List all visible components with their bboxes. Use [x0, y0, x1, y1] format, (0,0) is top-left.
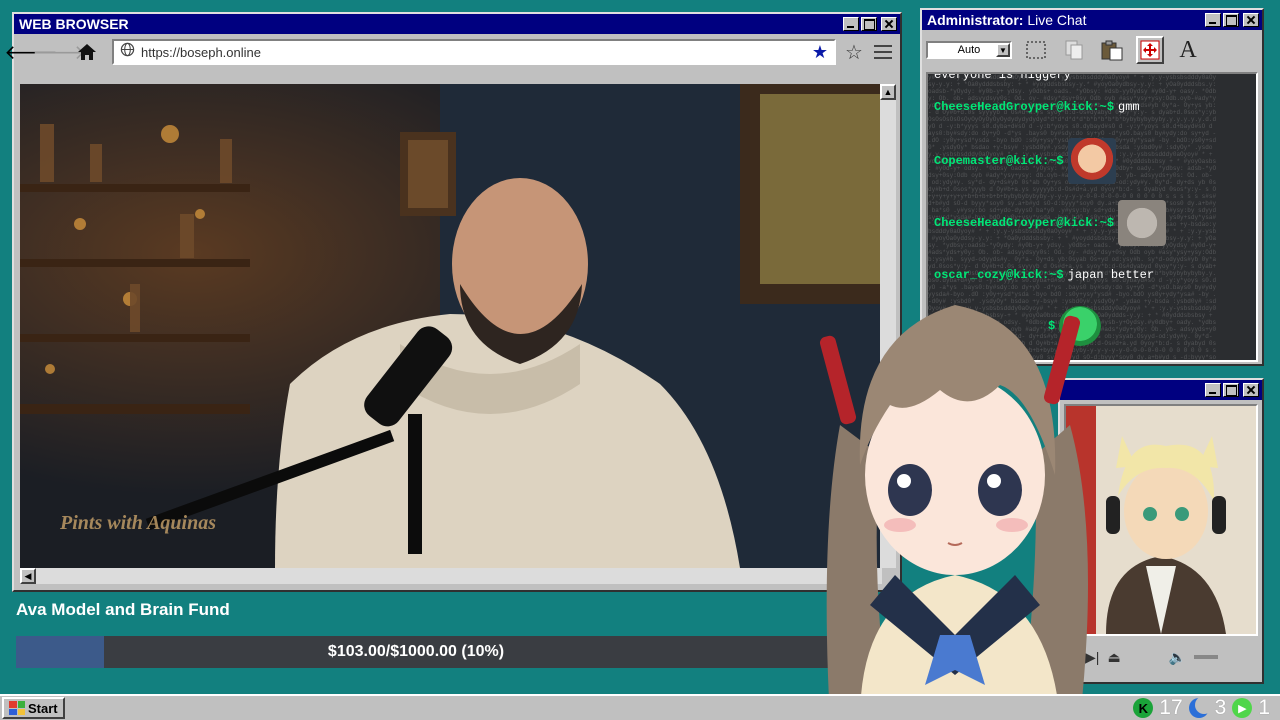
chat-username[interactable]: CheeseHeadGroyper@kick:~$: [934, 216, 1114, 230]
start-label: Start: [28, 700, 58, 716]
chat-username[interactable]: CheeseHeadGroyper@kick:~$: [934, 100, 1114, 114]
horizontal-scrollbar[interactable]: ◀: [20, 568, 882, 584]
chat-mode-select[interactable]: Auto ▼: [926, 41, 1012, 59]
fund-progress-text: $103.00/$1000.00 (10%): [327, 643, 505, 660]
play-icon[interactable]: ▸: [1070, 649, 1077, 666]
cam-view: [1064, 404, 1258, 636]
chat-window: Administrator: Live Chat Auto ▼ A y# * +…: [920, 8, 1264, 366]
close-button[interactable]: [1243, 13, 1259, 27]
chat-message: $: [1048, 306, 1102, 346]
chat-message: Copemaster@kick:~$: [934, 138, 1116, 184]
url-bar[interactable]: https://boseph.online ★: [112, 39, 836, 65]
chat-message: oscar_cozy@kick:~$ japan better: [934, 268, 1154, 282]
system-tray: K 17 3 ▶ 1: [1133, 696, 1270, 720]
chat-log[interactable]: y# * + :y.y-ysbsbsdddy0aOyoy# * + :y.y-y…: [926, 72, 1258, 362]
cam-titlebar[interactable]: [1060, 380, 1262, 400]
browser-titlebar[interactable]: WEB BROWSER: [14, 14, 900, 34]
chat-username[interactable]: Copemaster@kick:~$: [934, 154, 1064, 168]
chat-message-text: japan better: [1067, 268, 1155, 282]
kick-icon[interactable]: K: [1133, 698, 1154, 718]
avatar-cam-window: ▸ ▶| ⏏ 🔈: [1058, 378, 1264, 684]
url-text: https://boseph.online: [141, 44, 261, 60]
minimize-button[interactable]: [1205, 383, 1221, 397]
cat-emote: [1118, 200, 1167, 246]
chat-message-text: gmm: [1118, 100, 1140, 114]
video-viewport[interactable]: Pints with Aquinas: [20, 84, 882, 568]
chat-message: CheeseHeadGroyper@kick:~$ gmm: [934, 100, 1140, 114]
browser-toolbar: 🡐 🡒 https://boseph.online ★ ☆: [4, 34, 900, 70]
chat-title: Administrator: Live Chat: [927, 12, 1205, 28]
video-frame: [20, 84, 882, 568]
moon-icon[interactable]: [1188, 696, 1213, 718]
skip-next-icon[interactable]: ▶|: [1085, 649, 1099, 666]
maximize-button[interactable]: [1223, 383, 1239, 397]
browser-window: WEB BROWSER 🡐 🡒 https://boseph.online ★ …: [4, 12, 902, 592]
paste-icon[interactable]: [1098, 36, 1126, 64]
chat-message-text: everyone is niggery: [934, 72, 1071, 82]
home-icon[interactable]: [76, 41, 98, 63]
chat-username-dollar: $: [1048, 319, 1056, 333]
maximize-button[interactable]: [861, 17, 877, 31]
play-count: 1: [1258, 696, 1270, 719]
video-overlay-logo: Pints with Aquinas: [60, 512, 216, 534]
bookmarked-star-icon[interactable]: ★: [812, 42, 828, 63]
chat-message: CheeseHeadGroyper@kick:~$: [934, 200, 1167, 246]
forward-arrow-icon[interactable]: 🡒: [32, 41, 86, 64]
maximize-button[interactable]: [1223, 13, 1239, 27]
taskbar: Start K 17 3 ▶ 1: [0, 694, 1280, 720]
volume-slider[interactable]: [1194, 655, 1219, 659]
minimize-button[interactable]: [1205, 13, 1221, 27]
font-icon[interactable]: A: [1174, 36, 1202, 64]
chat-toolbar: Auto ▼ A: [922, 30, 1262, 70]
start-button[interactable]: Start: [2, 697, 65, 719]
close-button[interactable]: [881, 17, 897, 31]
eject-icon[interactable]: ⏏: [1107, 649, 1120, 666]
chat-titlebar[interactable]: Administrator: Live Chat: [922, 10, 1262, 30]
select-marquee-icon[interactable]: [1022, 36, 1050, 64]
copy-icon[interactable]: [1060, 36, 1088, 64]
clown-face-emote: [1067, 138, 1116, 184]
close-button[interactable]: [1243, 383, 1259, 397]
volume-icon[interactable]: 🔈: [1169, 649, 1186, 666]
chat-username[interactable]: oscar_cozy@kick:~$: [934, 268, 1064, 282]
chat-title-suffix: Live Chat: [1023, 12, 1087, 28]
chat-title-prefix: Administrator:: [927, 12, 1024, 28]
cam-controls: ▸ ▶| ⏏ 🔈: [1064, 642, 1258, 672]
chat-mode-value: Auto: [957, 44, 981, 56]
browser-title: WEB BROWSER: [19, 16, 129, 32]
play-circle-icon[interactable]: ▶: [1232, 698, 1253, 718]
fund-title: Ava Model and Brain Fund: [16, 600, 230, 619]
windows-logo-icon: [9, 701, 25, 715]
chat-message-partial: everyone is niggery: [934, 72, 1071, 82]
globe-icon: [120, 42, 135, 62]
kick-viewer-count: 17: [1159, 696, 1183, 719]
catboy-illustration: [1066, 406, 1256, 634]
crying-pepe-emote: [1059, 306, 1102, 346]
move-icon[interactable]: [1136, 36, 1164, 64]
moon-count: 3: [1214, 696, 1227, 719]
bookmark-star-icon[interactable]: ☆: [842, 40, 866, 65]
fund-progress-bar: $103.00/$1000.00 (10%): [16, 636, 896, 668]
minimize-button[interactable]: [843, 17, 859, 31]
hamburger-menu-icon[interactable]: [872, 44, 894, 60]
scroll-up-icon[interactable]: ▲: [880, 84, 896, 100]
vertical-scrollbar[interactable]: ▲: [880, 84, 896, 568]
chevron-down-icon[interactable]: ▼: [996, 43, 1010, 57]
scroll-left-icon[interactable]: ◀: [20, 568, 36, 584]
